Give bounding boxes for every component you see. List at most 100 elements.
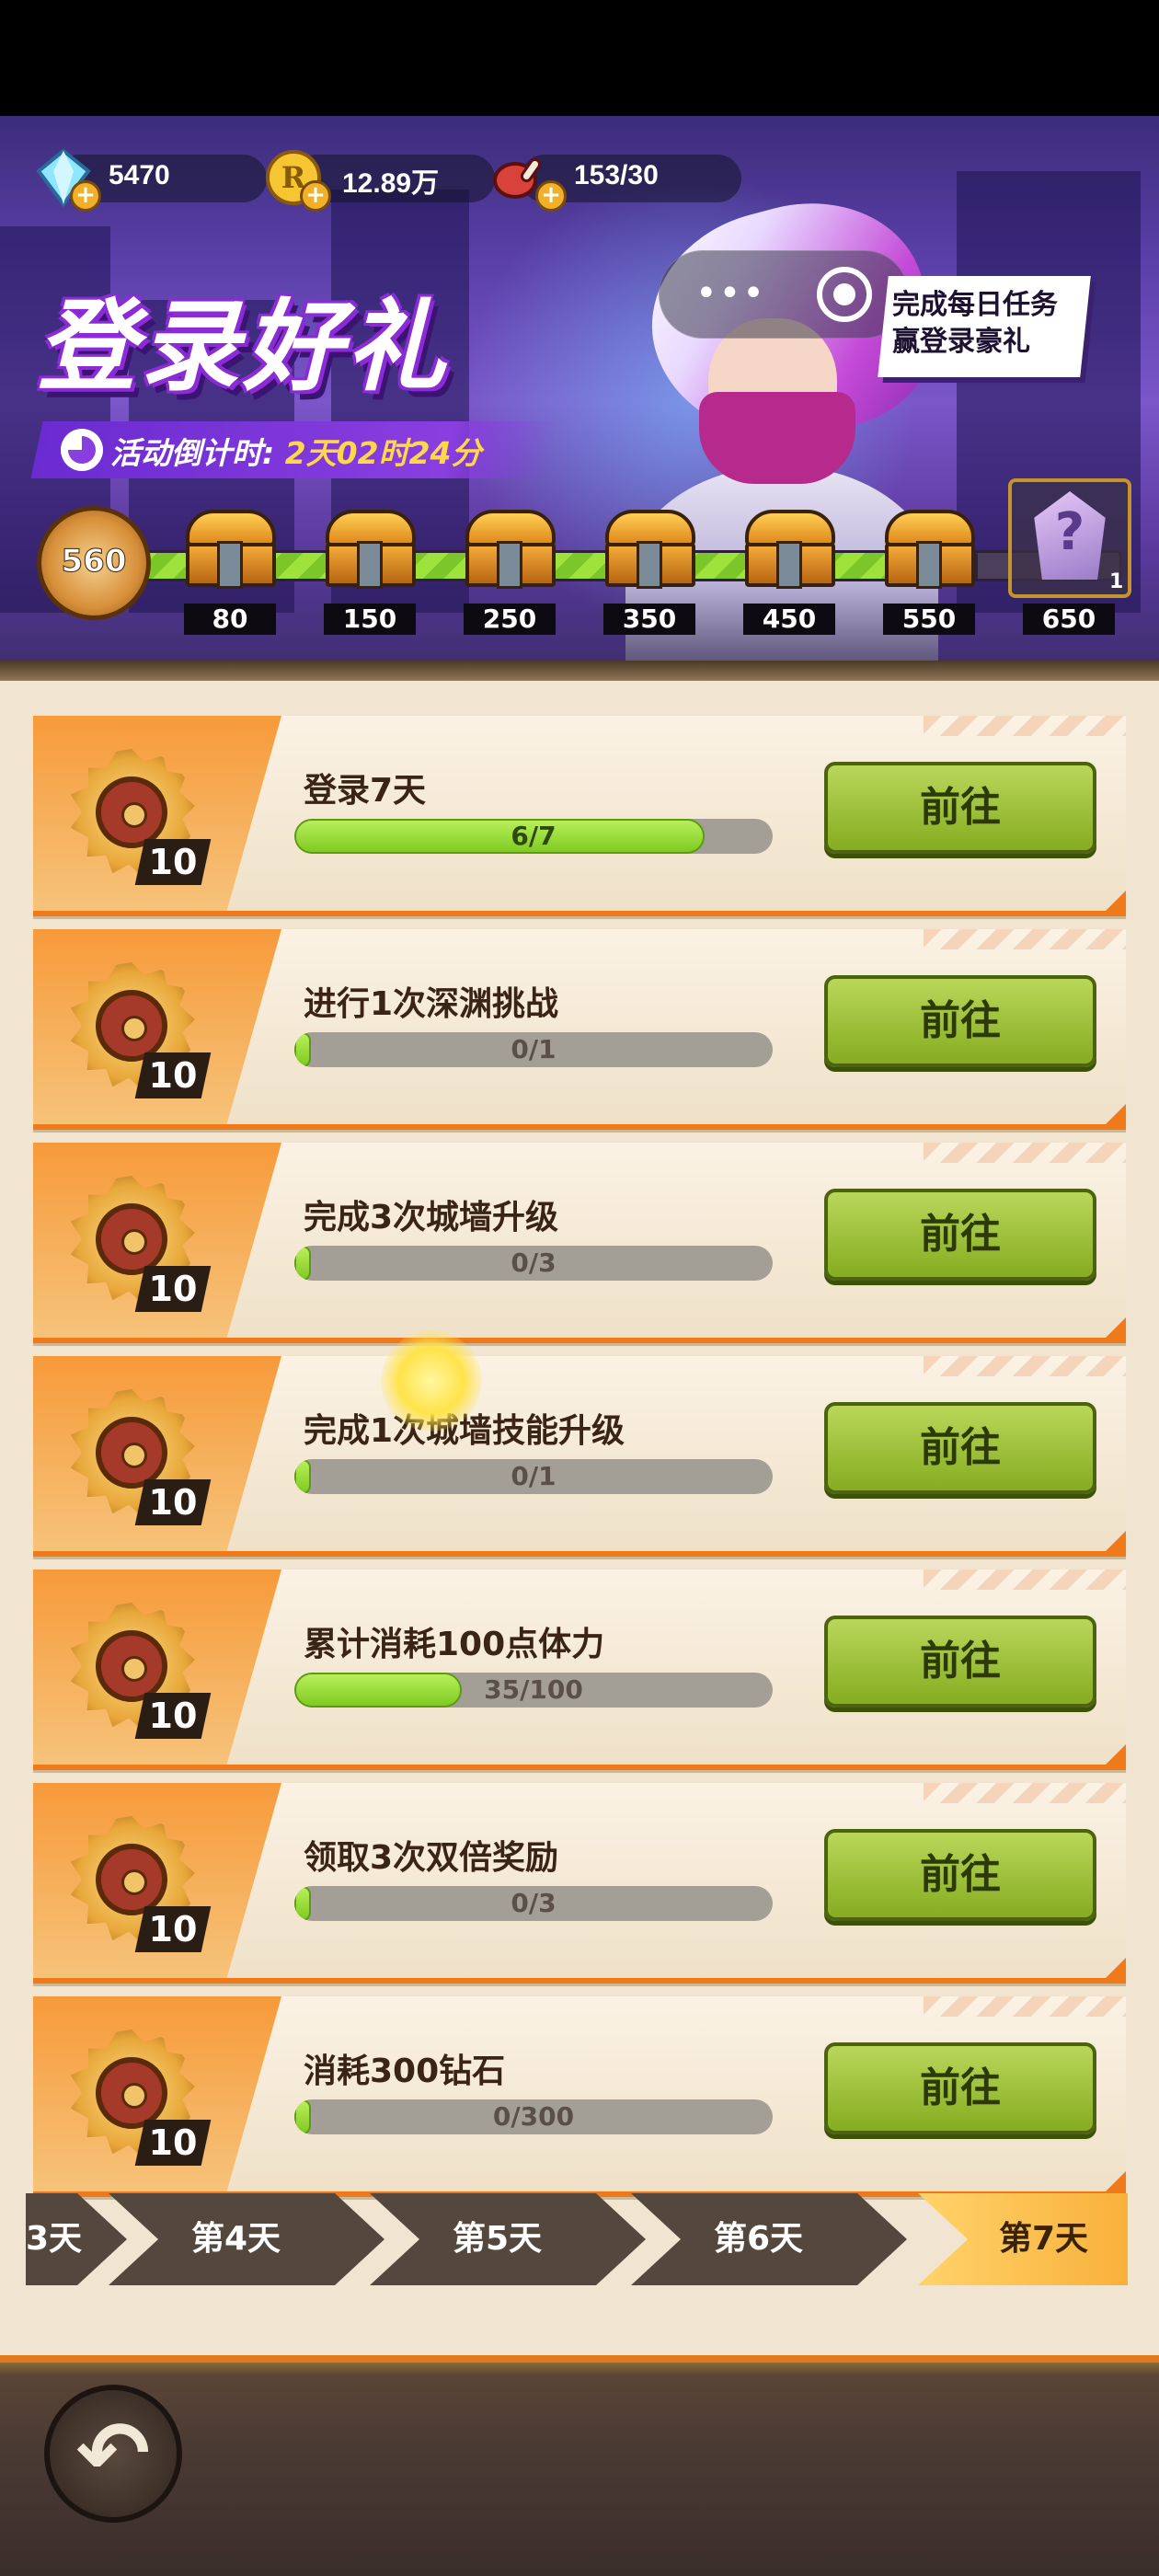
final-reward-count: 1 [1109,570,1124,593]
decor-stripes [924,1783,1126,1803]
milestone-label: 550 [883,604,975,635]
decor-corner [1106,1317,1126,1338]
go-button-label: 前往 [920,1211,1001,1258]
day-tab-label: 第7天 [999,2220,1089,2258]
add-stamina-button[interactable]: + [535,180,567,212]
treasure-chest-icon[interactable] [600,504,701,596]
add-coins-button[interactable]: + [300,180,331,212]
day-tab-label: 第4天 [191,2220,281,2258]
task-title: 领取3次双倍奖励 [304,1839,559,1877]
decor-stripes [924,929,1126,949]
task-title: 进行1次深渊挑战 [304,985,559,1023]
task-progress-text: 6/7 [511,821,557,851]
callout-line: 完成每日任务 [892,289,1058,321]
day-tab-bar: 3天 第4天 第5天 第6天 第7天 [26,2193,1128,2285]
task-card: 10 消耗300钻石 0/300 前往 [33,1996,1126,2197]
event-title: 登录好礼 [37,290,450,405]
go-button-label: 前往 [920,1851,1001,1898]
task-title: 登录7天 [304,772,427,810]
treasure-chest-icon[interactable] [320,504,421,596]
add-diamonds-button[interactable]: + [70,180,101,212]
mystery-mark: ? [1054,502,1085,562]
go-button-label: 前往 [920,1638,1001,1685]
callout-line: 赢登录豪礼 [892,326,1030,358]
back-arrow-icon[interactable]: ↶ [44,2385,182,2523]
task-card: 10 登录7天 6/7 前往 [33,716,1126,916]
more-options-icon[interactable]: ••• [695,272,766,315]
decor-corner [1106,891,1126,911]
task-card: 10 累计消耗100点体力 35/100 前往 [33,1570,1126,1770]
go-button[interactable]: 前往 [824,1616,1096,1708]
task-progress-text: 0/1 [511,1461,557,1491]
milestone-label: 350 [603,604,695,635]
milestone-label: 450 [743,604,835,635]
go-button-label: 前往 [920,1424,1001,1471]
milestone-label: 80 [184,604,276,635]
treasure-chest-icon[interactable] [460,504,561,596]
stamina-amount: 153/30 [574,160,659,190]
task-progress-bar: 0/1 [294,1459,773,1494]
callout-text: 完成每日任务 赢登录豪礼 [892,287,1085,361]
task-progress-bar: 0/3 [294,1246,773,1281]
day-tab-label: 第6天 [714,2220,804,2258]
go-button-label: 前往 [920,997,1001,1044]
go-button[interactable]: 前往 [824,1402,1096,1494]
task-progress-text: 0/1 [511,1034,557,1064]
day-tab-label: 3天 [26,2220,83,2258]
treasure-chest-icon[interactable] [180,504,281,596]
decor-corner [1106,1744,1126,1765]
task-title: 消耗300钻石 [304,2053,506,2090]
milestone-label: 650 [1023,604,1115,635]
decor-corner [1106,1104,1126,1124]
go-button-label: 前往 [920,2064,1001,2111]
task-progress-bar: 35/100 [294,1673,773,1708]
task-progress-text: 0/3 [511,1248,557,1278]
reward-count: 10 [148,1482,198,1523]
go-button[interactable]: 前往 [824,1829,1096,1921]
task-progress-text: 0/3 [511,1888,557,1918]
decor-corner [1106,2171,1126,2191]
reward-count: 10 [148,842,198,882]
tap-sparkle-effect [381,1330,482,1432]
treasure-chest-icon[interactable] [740,504,841,596]
day-tab-label: 第5天 [453,2220,543,2258]
clock-icon [61,429,103,471]
task-progress-bar: 0/1 [294,1032,773,1067]
task-progress-bar: 0/300 [294,2099,773,2134]
reward-count: 10 [148,1055,198,1096]
decor-stripes [924,1143,1126,1163]
go-button-label: 前往 [920,784,1001,831]
milestone-label: 150 [324,604,416,635]
task-card: 10 进行1次深渊挑战 0/1 前往 [33,929,1126,1130]
milestone-label: 250 [464,604,556,635]
reward-count: 10 [148,1696,198,1736]
treasure-chest-icon[interactable] [879,504,981,596]
task-progress-bar: 0/3 [294,1886,773,1921]
task-card: 10 完成1次城墙技能升级 0/1 前往 [33,1356,1126,1557]
countdown-label: 活动倒计时: [110,435,275,471]
reward-count: 10 [148,1909,198,1949]
task-title: 完成3次城墙升级 [304,1199,559,1236]
current-score: 560 [61,543,127,581]
task-progress-text: 35/100 [484,1674,583,1705]
decor-corner [1106,1531,1126,1551]
close-miniprogram-icon[interactable] [817,267,872,322]
reward-count: 10 [148,1269,198,1309]
go-button[interactable]: 前往 [824,1189,1096,1281]
go-button[interactable]: 前往 [824,762,1096,854]
reward-count: 10 [148,2122,198,2163]
go-button[interactable]: 前往 [824,975,1096,1067]
go-button[interactable]: 前往 [824,2042,1096,2134]
decor-corner [1106,1958,1126,1978]
countdown-value: 2天02时24分 [284,435,482,471]
task-card: 10 领取3次双倍奖励 0/3 前往 [33,1783,1126,1984]
decor-stripes [924,1570,1126,1590]
coin-amount: 12.89万 [342,168,440,199]
decor-stripes [924,1996,1126,2017]
task-title: 累计消耗100点体力 [304,1626,605,1663]
decor-stripes [924,716,1126,736]
task-progress-bar: 6/7 [294,819,773,854]
task-progress-text: 0/300 [492,2101,575,2132]
diamond-amount: 5470 [109,160,170,190]
decor-stripes [924,1356,1126,1376]
